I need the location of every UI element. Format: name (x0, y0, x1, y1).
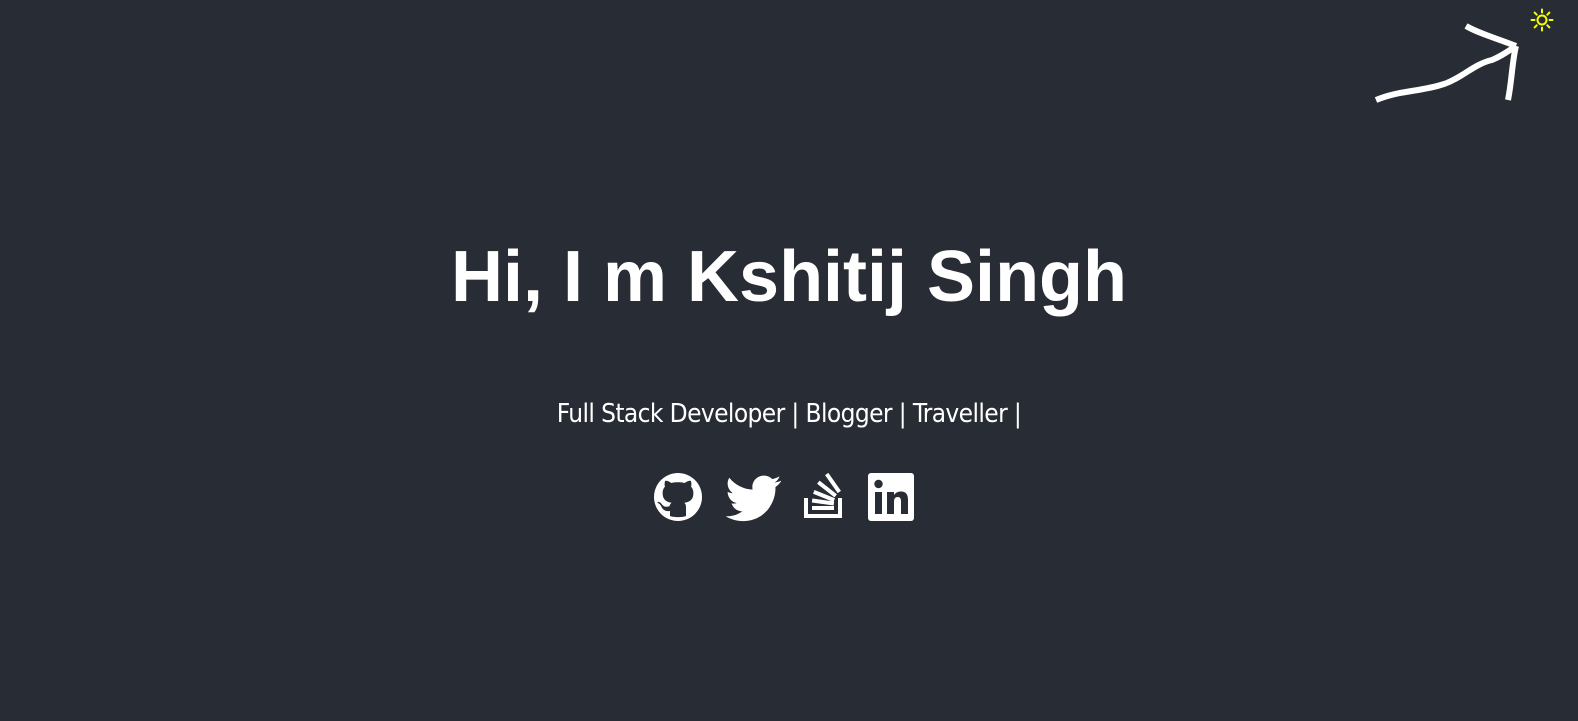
github-link[interactable] (652, 470, 708, 526)
theme-toggle-button[interactable] (1530, 8, 1554, 32)
twitter-link[interactable] (726, 470, 782, 526)
hint-arrow-icon (1374, 23, 1519, 103)
stackoverflow-link[interactable] (798, 470, 854, 526)
page: Hi, I m Kshitij Singh Full Stack Develop… (0, 0, 1578, 721)
stackoverflow-icon (804, 472, 842, 518)
linkedin-icon (868, 473, 914, 521)
twitter-icon (726, 475, 782, 522)
hero-subtitle: Full Stack Developer | Blogger | Travell… (556, 399, 1022, 429)
github-icon (654, 473, 702, 521)
sun-icon (1530, 8, 1554, 32)
social-links (0, 470, 1578, 526)
linkedin-link[interactable] (866, 470, 922, 526)
hero-title: Hi, I m Kshitij Singh (450, 237, 1128, 317)
